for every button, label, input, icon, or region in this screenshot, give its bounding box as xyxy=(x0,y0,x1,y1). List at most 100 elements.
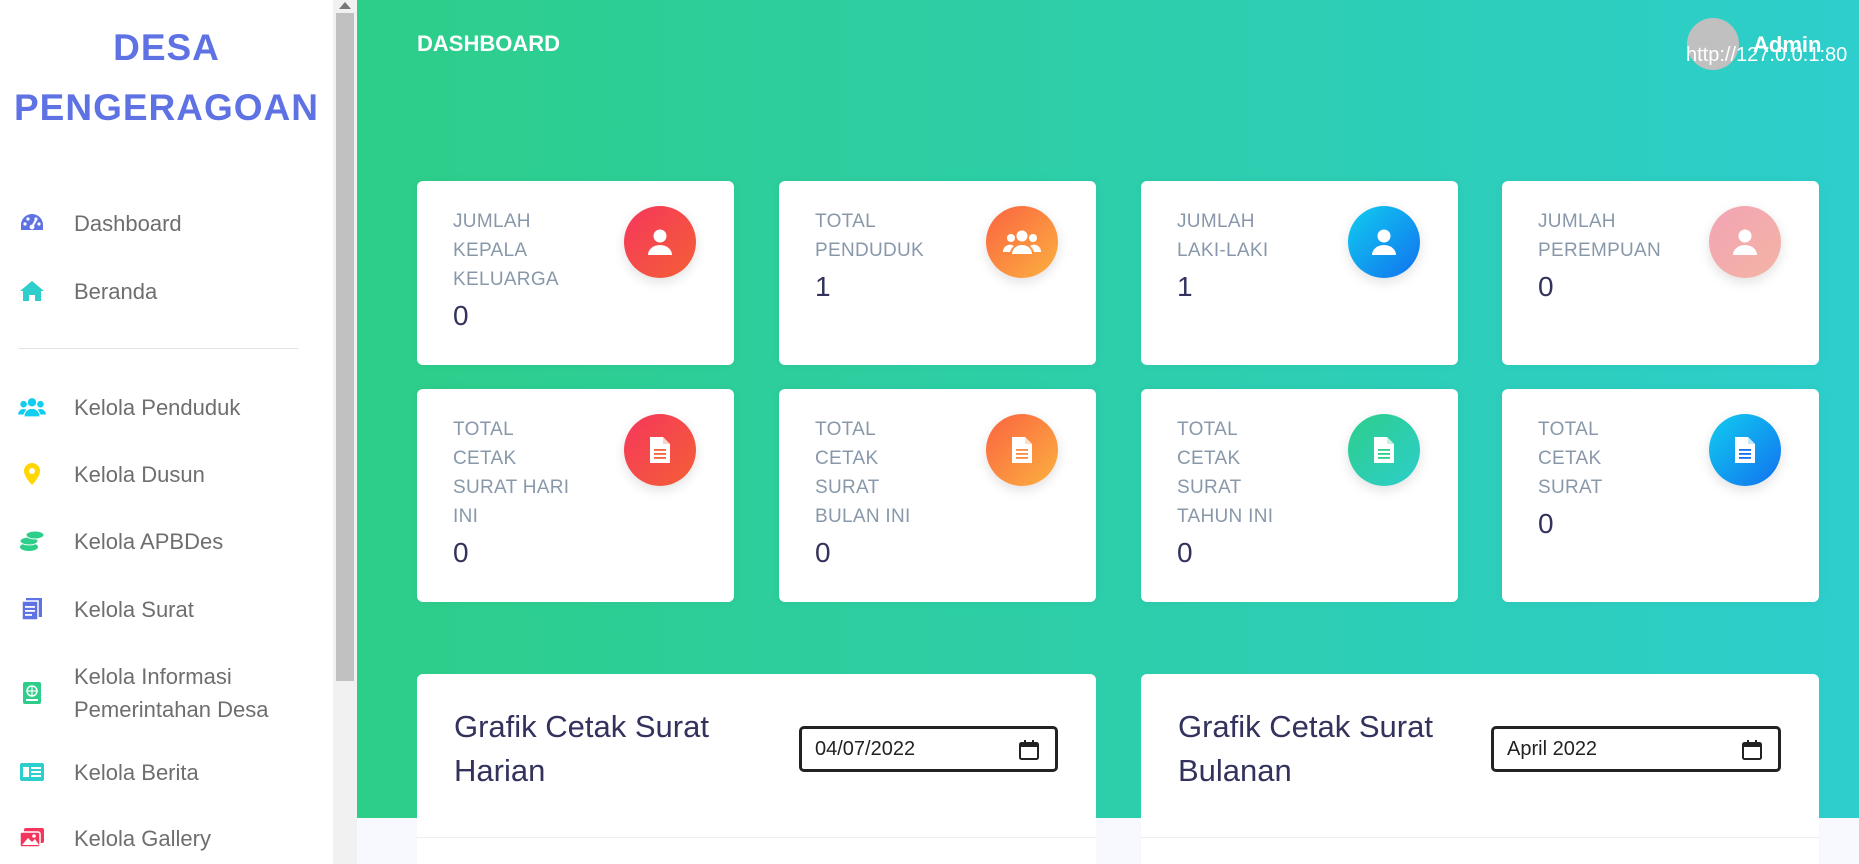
user-icon xyxy=(1348,206,1420,278)
month-value: April 2022 xyxy=(1507,737,1598,760)
sidebar-item-label: Kelola Penduduk xyxy=(74,394,241,420)
stat-title: CETAK xyxy=(815,448,879,469)
sidebar-divider xyxy=(18,348,298,349)
brand-line-1: DESA xyxy=(113,27,220,68)
stat-card-total-penduduk: TOTAL PENDUDUK 1 xyxy=(779,181,1096,365)
sidebar-item-beranda[interactable]: Beranda xyxy=(18,273,318,309)
calendar-icon[interactable] xyxy=(1019,740,1039,766)
scrollbar-thumb[interactable] xyxy=(336,13,354,681)
chart-title: Bulanan xyxy=(1178,753,1292,788)
sidebar-item-label-line-1: Kelola Informasi xyxy=(74,664,232,689)
sidebar-item-kelola-dusun[interactable]: Kelola Dusun xyxy=(18,456,318,492)
sidebar-item-kelola-gallery[interactable]: Kelola Gallery xyxy=(18,820,318,856)
stat-title: SURAT xyxy=(815,477,880,498)
date-picker-harian[interactable]: 04/07/2022 xyxy=(799,726,1058,772)
stat-title: SURAT xyxy=(1177,477,1242,498)
stat-value: 0 xyxy=(815,537,831,568)
chart-title: Grafik Cetak Surat xyxy=(1178,709,1433,744)
map-pin-icon xyxy=(18,460,46,488)
month-picker-bulanan[interactable]: April 2022 xyxy=(1491,726,1781,772)
calendar-icon[interactable] xyxy=(1742,740,1762,766)
document-icon xyxy=(18,595,46,623)
stat-title: CETAK xyxy=(1538,448,1602,469)
file-icon xyxy=(1709,414,1781,486)
sidebar-item-kelola-apbdes[interactable]: Kelola APBDes xyxy=(18,523,318,559)
stat-title: SURAT xyxy=(1538,477,1603,498)
stat-card-laki-laki: JUMLAH LAKI-LAKI 1 xyxy=(1141,181,1458,365)
stat-title: KELUARGA xyxy=(453,269,559,290)
sidebar-item-label: Kelola Gallery xyxy=(74,825,211,851)
globe-book-icon xyxy=(18,679,46,707)
stat-title: PENDUDUK xyxy=(815,240,925,261)
users-icon xyxy=(18,393,46,421)
stat-card-surat-tahun-ini: TOTAL CETAK SURAT TAHUN INI 0 xyxy=(1141,389,1458,602)
stat-title: KEPALA xyxy=(453,240,528,261)
broken-image-alt-text: http://127.0.0.1:80 xyxy=(1686,44,1848,66)
stat-card-kepala-keluarga: JUMLAH KEPALA KELUARGA 0 xyxy=(417,181,734,365)
stat-title: CETAK xyxy=(1177,448,1241,469)
newspaper-icon xyxy=(18,758,46,786)
stat-value: 0 xyxy=(1538,271,1554,302)
sidebar-scrollbar[interactable] xyxy=(333,0,357,864)
stat-title: JUMLAH xyxy=(1177,211,1255,232)
chart-card-bulanan: Grafik Cetak Surat Bulanan April 2022 xyxy=(1141,674,1819,864)
sidebar: DESA PENGERAGOAN Dashboard Beranda Kelol… xyxy=(0,0,333,864)
stat-value: 1 xyxy=(1177,271,1193,302)
stat-card-perempuan: JUMLAH PEREMPUAN 0 xyxy=(1502,181,1819,365)
sidebar-item-kelola-surat[interactable]: Kelola Surat xyxy=(18,591,318,627)
sidebar-item-kelola-informasi[interactable]: Kelola Informasi Pemerintahan Desa xyxy=(18,658,318,728)
stat-title: BULAN INI xyxy=(815,506,911,527)
main-content: DASHBOARD Admin http://127.0.0.1:80 JUML… xyxy=(357,0,1859,864)
stat-title: TOTAL xyxy=(815,419,876,440)
sidebar-item-label: Kelola APBDes xyxy=(74,528,224,554)
stat-title: LAKI-LAKI xyxy=(1177,240,1269,261)
stat-card-surat-bulan-ini: TOTAL CETAK SURAT BULAN INI 0 xyxy=(779,389,1096,602)
sidebar-item-dashboard[interactable]: Dashboard xyxy=(18,205,318,241)
file-icon xyxy=(624,414,696,486)
stat-value: 0 xyxy=(453,537,469,568)
coins-icon xyxy=(18,527,46,555)
speedometer-icon xyxy=(18,209,46,237)
stat-title: TOTAL xyxy=(1177,419,1238,440)
sidebar-item-label: Dashboard xyxy=(74,210,182,236)
brand-line-2: PENGERAGOAN xyxy=(14,87,319,128)
date-value: 04/07/2022 xyxy=(815,737,916,760)
file-icon xyxy=(986,414,1058,486)
stat-value: 0 xyxy=(1177,537,1193,568)
chart-title: Harian xyxy=(454,753,546,788)
sidebar-item-kelola-berita[interactable]: Kelola Berita xyxy=(18,754,318,790)
sidebar-item-label: Kelola Berita xyxy=(74,759,199,785)
stat-title: PEREMPUAN xyxy=(1538,240,1662,261)
sidebar-item-kelola-penduduk[interactable]: Kelola Penduduk xyxy=(18,389,318,425)
page-title: DASHBOARD xyxy=(417,31,560,56)
stat-value: 0 xyxy=(453,300,469,331)
file-icon xyxy=(1348,414,1420,486)
chart-card-divider xyxy=(1141,837,1819,838)
brand-logo[interactable]: DESA PENGERAGOAN xyxy=(0,18,333,138)
sidebar-item-label: Kelola Dusun xyxy=(74,461,205,487)
home-icon xyxy=(18,277,46,305)
stat-title: CETAK xyxy=(453,448,517,469)
images-icon xyxy=(18,824,46,852)
stat-title: TOTAL xyxy=(815,211,876,232)
stat-title: JUMLAH xyxy=(1538,211,1616,232)
stat-title: SURAT HARI xyxy=(453,477,570,498)
sidebar-item-label-line-2: Pemerintahan Desa xyxy=(74,697,269,722)
chart-title: Grafik Cetak Surat xyxy=(454,709,709,744)
chart-card-harian: Grafik Cetak Surat Harian 04/07/2022 xyxy=(417,674,1096,864)
user-icon xyxy=(1709,206,1781,278)
user-icon xyxy=(624,206,696,278)
stat-card-surat-hari-ini: TOTAL CETAK SURAT HARI INI 0 xyxy=(417,389,734,602)
stat-title: JUMLAH xyxy=(453,211,531,232)
stat-value: 0 xyxy=(1538,508,1554,539)
chart-card-divider xyxy=(417,837,1096,838)
stat-value: 1 xyxy=(815,271,831,302)
stat-card-total-surat: TOTAL CETAK SURAT 0 xyxy=(1502,389,1819,602)
sidebar-item-label: Beranda xyxy=(74,278,158,304)
scroll-up-arrow-icon[interactable] xyxy=(339,2,351,9)
stat-title: TOTAL xyxy=(1538,419,1599,440)
stat-title: INI xyxy=(453,506,479,527)
sidebar-item-label: Kelola Surat xyxy=(74,596,194,622)
stat-title: TOTAL xyxy=(453,419,514,440)
users-icon xyxy=(986,206,1058,278)
